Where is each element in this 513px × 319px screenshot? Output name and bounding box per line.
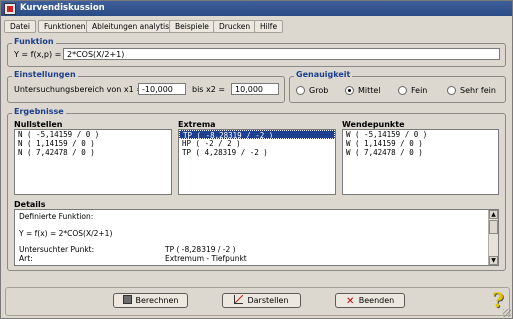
radio-fein[interactable] — [398, 86, 407, 95]
calculator-icon — [122, 295, 132, 304]
beenden-label: Beenden — [358, 296, 395, 305]
button-bar: Berechnen Darstellen ✕ Beenden — [5, 287, 510, 316]
genauigkeit-group-title: Genauigkeit — [294, 70, 353, 79]
list-item[interactable]: N ( -5,14159 / 0 ) — [15, 130, 171, 139]
genauigkeit-group: Genauigkeit Grob Mittel Fein Sehr fein — [289, 70, 506, 103]
details-art-label: Art: — [19, 254, 33, 263]
menu-funktionen[interactable]: Funktionen — [38, 20, 92, 33]
menu-hilfe[interactable]: Hilfe — [254, 20, 284, 33]
close-icon: ✕ — [346, 296, 355, 307]
menu-bar: Datei Funktionen Ableitungen analytisch … — [1, 18, 512, 33]
list-item[interactable]: N ( 1,14159 / 0 ) — [15, 139, 171, 148]
scroll-up-icon[interactable]: ▲ — [489, 210, 498, 219]
details-punkt-label: Untersuchter Punkt: — [19, 245, 95, 254]
details-definierte: Definierte Funktion: — [19, 212, 94, 221]
details-textarea[interactable]: Definierte Funktion: Y = f(x) = 2*COS(X/… — [14, 209, 499, 266]
darstellen-button[interactable]: Darstellen — [222, 293, 301, 308]
app-icon — [4, 3, 16, 15]
berechnen-label: Berechnen — [135, 296, 179, 305]
radio-grob-label: Grob — [309, 86, 329, 95]
menu-beispiele[interactable]: Beispiele — [169, 20, 215, 33]
radio-mittel-label: Mittel — [358, 86, 381, 95]
list-item[interactable]: W ( -5,14159 / 0 ) — [343, 130, 498, 139]
radio-sehr-fein-label: Sehr fein — [460, 86, 496, 95]
bis-label: bis x2 = — [192, 85, 226, 94]
funktion-group-title: Funktion — [12, 37, 56, 46]
resize-grip[interactable] — [503, 309, 511, 317]
window-title: Kurvendiskussion — [20, 3, 105, 13]
darstellen-label: Darstellen — [247, 296, 289, 305]
menu-datei[interactable]: Datei — [4, 20, 37, 33]
title-bar[interactable]: Kurvendiskussion — [1, 1, 512, 16]
scroll-thumb[interactable] — [489, 220, 498, 234]
list-item[interactable]: TP ( 4,28319 / -2 ) — [179, 148, 335, 157]
list-item[interactable]: W ( 1,14159 / 0 ) — [343, 139, 498, 148]
details-funktion-line: Y = f(x) = 2*COS(X/2+1) — [19, 229, 113, 238]
list-item[interactable]: N ( 7,42478 / 0 ) — [15, 148, 171, 157]
funktion-group: Funktion Y = f(x,p) = 2*COS(X/2+1) — [7, 37, 506, 67]
radio-sehr-fein[interactable] — [447, 86, 456, 95]
radio-grob[interactable] — [296, 86, 305, 95]
nullstellen-list[interactable]: N ( -5,14159 / 0 ) N ( 1,14159 / 0 ) N (… — [14, 129, 172, 195]
nullstellen-label: Nullstellen — [14, 120, 63, 129]
extrema-list[interactable]: TP ( -8,28319 / -2 ) HP ( -2 / 2 ) TP ( … — [178, 129, 336, 195]
funktion-input[interactable]: 2*COS(X/2+1) — [63, 48, 500, 60]
wendepunkte-list[interactable]: W ( -5,14159 / 0 ) W ( 1,14159 / 0 ) W (… — [342, 129, 499, 195]
details-punkt-value: TP ( -8,28319 / -2 ) — [165, 245, 236, 254]
graph-icon — [234, 295, 244, 304]
radio-fein-label: Fein — [411, 86, 428, 95]
berechnen-button[interactable]: Berechnen — [113, 293, 188, 308]
details-scrollbar[interactable]: ▲ ▼ — [488, 210, 498, 265]
x1-input[interactable]: -10,000 — [138, 83, 186, 95]
einstellungen-group: Einstellungen Untersuchungsbereich von x… — [7, 70, 285, 103]
beenden-button[interactable]: ✕ Beenden — [335, 293, 405, 308]
ergebnisse-group: Ergebnisse Nullstellen N ( -5,14159 / 0 … — [7, 107, 506, 271]
radio-mittel[interactable] — [345, 86, 354, 95]
einstellungen-group-title: Einstellungen — [12, 70, 78, 79]
menu-drucken[interactable]: Drucken — [213, 20, 257, 33]
details-label: Details — [14, 200, 46, 209]
list-item-selected[interactable]: TP ( -8,28319 / -2 ) — [179, 130, 335, 140]
app-window: Kurvendiskussion Datei Funktionen Ableit… — [0, 0, 513, 319]
funktion-label: Y = f(x,p) = — [14, 50, 62, 59]
list-item[interactable]: W ( 7,42478 / 0 ) — [343, 148, 498, 157]
wendepunkte-label: Wendepunkte — [342, 120, 405, 129]
extrema-label: Extrema — [178, 120, 216, 129]
details-art-value: Extremum - Tiefpunkt — [165, 254, 247, 263]
x2-input[interactable]: 10,000 — [231, 83, 279, 95]
list-item[interactable]: HP ( -2 / 2 ) — [179, 139, 335, 148]
range-label: Untersuchungsbereich von x1 = — [14, 85, 143, 94]
ergebnisse-group-title: Ergebnisse — [12, 107, 66, 116]
scroll-down-icon[interactable]: ▼ — [489, 256, 498, 265]
